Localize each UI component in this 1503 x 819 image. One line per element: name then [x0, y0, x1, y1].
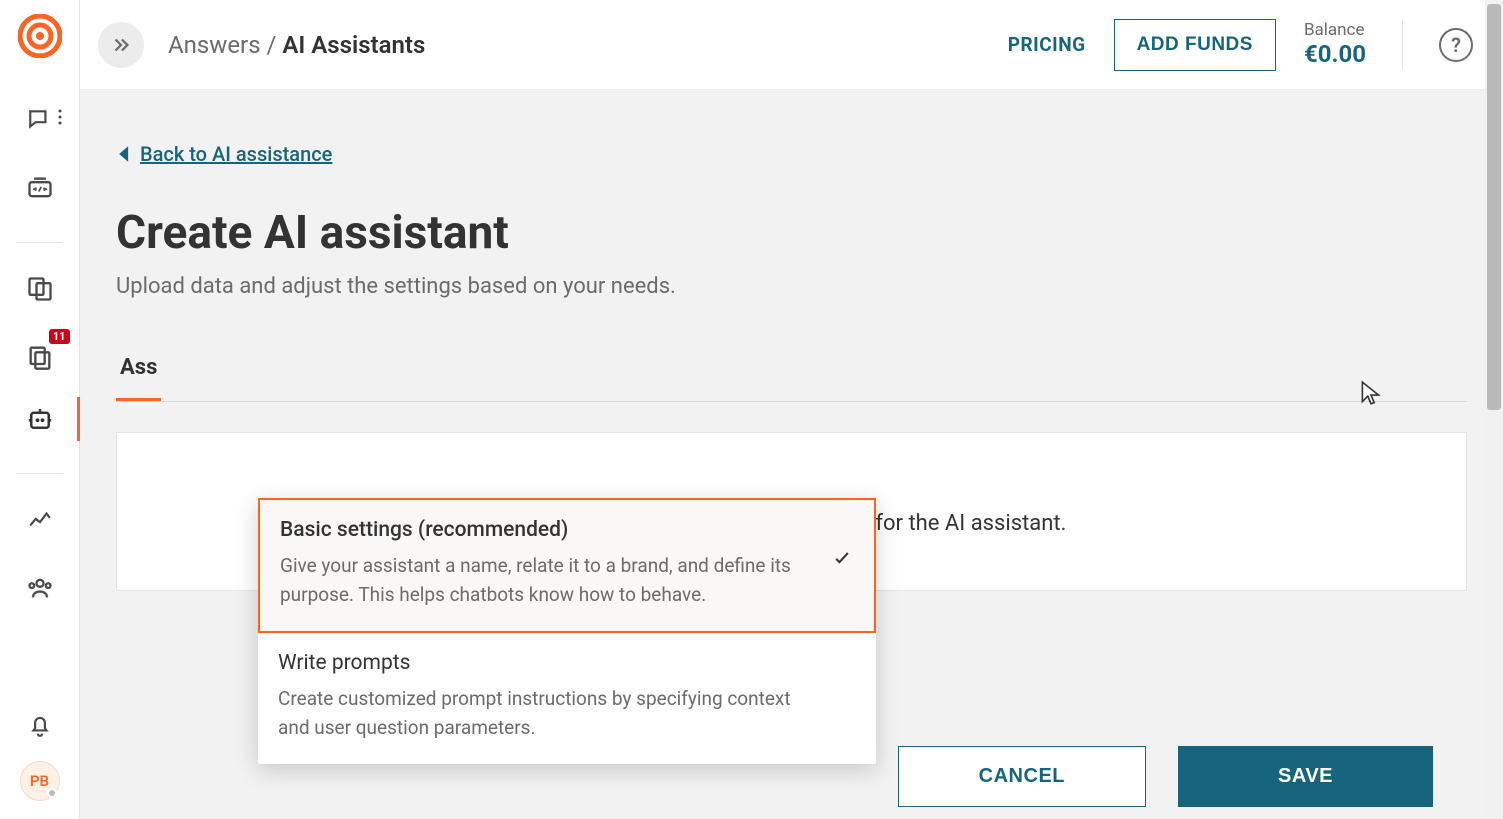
page-subtitle: Upload data and adjust the settings base…: [116, 274, 1467, 299]
save-button[interactable]: SAVE: [1178, 746, 1433, 807]
cancel-button[interactable]: CANCEL: [898, 746, 1146, 807]
topbar: Answers / AI Assistants PRICING ADD FUND…: [80, 0, 1503, 90]
back-link-text: Back to AI assistance: [140, 142, 332, 166]
balance-value: €0.00: [1304, 40, 1366, 69]
bell-icon[interactable]: [18, 703, 62, 747]
scrollbar-thumb[interactable]: [1487, 4, 1501, 410]
sidebar-divider-2: [16, 473, 63, 474]
avatar[interactable]: PB: [20, 761, 60, 801]
help-icon[interactable]: ?: [1439, 28, 1473, 62]
dropdown-option-desc: Give your assistant a name, relate it to…: [280, 552, 854, 609]
dropdown-option-title: Basic settings (recommended): [280, 518, 854, 542]
dropdown-option-title: Write prompts: [278, 651, 856, 675]
people-icon[interactable]: [18, 566, 62, 610]
sidebar: 11 PB: [0, 0, 80, 819]
balance-label: Balance: [1304, 20, 1366, 40]
bot-icon[interactable]: [18, 397, 62, 441]
inbox-icon[interactable]: 11: [18, 335, 62, 379]
instruction-mode-dropdown: Basic settings (recommended) Give your a…: [258, 498, 876, 764]
balance: Balance €0.00: [1304, 20, 1366, 69]
exchange-icon[interactable]: [18, 267, 62, 311]
breadcrumb-current: AI Assistants: [282, 31, 425, 59]
avatar-initials: PB: [30, 772, 49, 790]
back-link[interactable]: Back to AI assistance: [116, 142, 1467, 166]
check-icon: [832, 548, 852, 573]
sidebar-divider: [16, 242, 63, 243]
status-dot: [47, 788, 57, 798]
scrollbar[interactable]: ▲: [1485, 0, 1503, 819]
active-tab[interactable]: Ass: [116, 343, 161, 401]
logo-icon: [18, 14, 62, 58]
dropdown-option-desc: Create customized prompt instructions by…: [278, 685, 856, 742]
breadcrumb-parent[interactable]: Answers: [168, 31, 261, 59]
tabs: Ass: [116, 343, 1467, 402]
code-icon[interactable]: [18, 166, 62, 210]
breadcrumb: Answers / AI Assistants: [168, 31, 425, 59]
conversations-icon[interactable]: [18, 98, 62, 142]
dropdown-option-prompts[interactable]: Write prompts Create customized prompt i…: [258, 633, 876, 764]
pricing-link[interactable]: PRICING: [1008, 33, 1086, 56]
content-area: Back to AI assistance Create AI assistan…: [80, 90, 1503, 819]
dropdown-option-basic[interactable]: Basic settings (recommended) Give your a…: [258, 498, 876, 633]
page-title: Create AI assistant: [116, 206, 1467, 260]
add-funds-button[interactable]: ADD FUNDS: [1114, 19, 1276, 71]
divider: [1402, 20, 1403, 70]
inbox-badge: 11: [49, 329, 70, 344]
analytics-icon[interactable]: [18, 498, 62, 542]
expand-sidebar-button[interactable]: [98, 22, 144, 68]
